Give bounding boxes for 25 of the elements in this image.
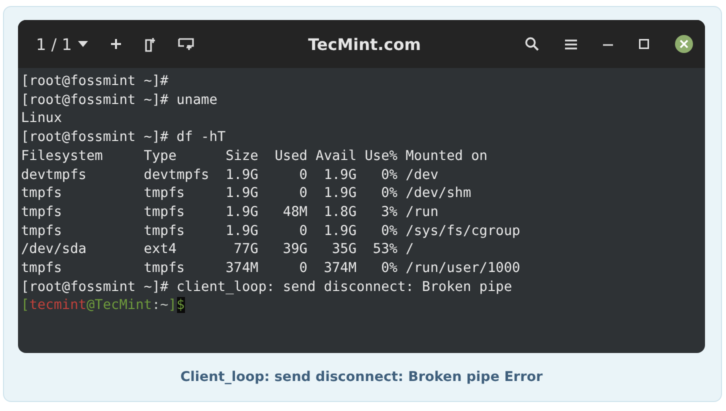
maximize-icon[interactable]	[638, 39, 649, 49]
figure-caption: Client_loop: send disconnect: Broken pipe Error	[179, 369, 544, 385]
terminal-line: [root@fossmint ~]# uname	[21, 90, 218, 110]
caret-icon[interactable]	[78, 41, 88, 47]
close-icon[interactable]	[674, 35, 693, 53]
terminal-line: [root@fossmint ~]# client_loop: send disconnect: Broken pipe	[21, 278, 512, 296]
terminal-line: /dev/sda ext4 77G 39G 35G 53% /	[21, 240, 414, 260]
terminal-line: devtmpfs devtmpfs 1.9G 0 1.9G 0% /dev	[21, 166, 438, 184]
terminal-line: Linux	[21, 109, 62, 128]
split-icon[interactable]	[144, 36, 156, 52]
window-title: TecMint.com	[308, 34, 421, 54]
new-window-icon[interactable]	[178, 38, 194, 50]
terminal-line: tmpfs tmpfs 1.9G 0 1.9G 0% /sys/fs/cgroup	[21, 222, 520, 240]
terminal-line: [root@fossmint ~]# df -hT	[21, 128, 226, 147]
search-icon[interactable]	[524, 37, 539, 51]
minimize-icon[interactable]	[602, 42, 613, 46]
terminal-line: Filesystem Type Size Used Avail Use% Mounted on	[21, 146, 488, 166]
plus-icon[interactable]	[110, 38, 122, 50]
terminal-line: tmpfs tmpfs 1.9G 48M 1.8G 3% /run	[21, 202, 438, 222]
terminal-line: [root@fossmint ~]#	[21, 72, 168, 91]
menu-icon[interactable]	[564, 38, 577, 50]
terminal-line: tmpfs tmpfs 1.9G 0 1.9G 0% /dev/shm	[21, 184, 472, 203]
tab-counter-button[interactable]: 1 / 1	[36, 34, 72, 54]
terminal-line: tmpfs tmpfs 374M 0 374M 0% /run/user/1000	[21, 259, 520, 278]
shell-prompt: [tecmint@TecMint:~]$	[21, 296, 185, 316]
